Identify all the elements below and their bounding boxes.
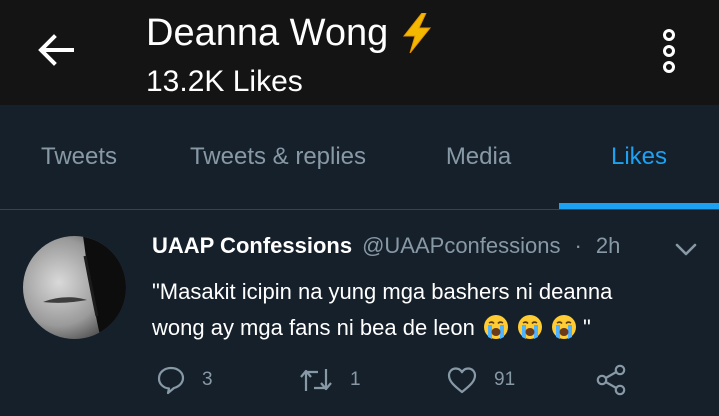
tab-media[interactable]: Media [398, 105, 559, 209]
tweet-timestamp: 2h [595, 233, 621, 258]
active-tab-indicator [559, 203, 719, 209]
like-count: 91 [494, 369, 516, 390]
tab-tweets-and-replies[interactable]: Tweets & replies [158, 105, 398, 209]
tweet-actions: 3 1 91 [0, 355, 719, 405]
reply-icon [156, 365, 186, 395]
back-arrow-icon[interactable] [34, 28, 78, 72]
tweet-text: "Masakit icipin na yung mga bashers ni d… [152, 274, 692, 346]
profile-name: Deanna Wong [146, 10, 434, 56]
profile-tabs: Tweets Tweets & replies Media Likes [0, 105, 719, 210]
loudly-crying-face-icon [517, 314, 543, 340]
share-button[interactable] [594, 355, 628, 405]
heart-icon [446, 365, 478, 395]
retweet-count: 1 [350, 369, 361, 390]
tweet-text-line-2-words: wong ay mga fans ni bea de leon [152, 315, 475, 340]
retweet-button[interactable]: 1 [298, 355, 361, 405]
tweet-text-closing-quote: " [576, 315, 591, 340]
profile-header: Deanna Wong 13.2K Likes [0, 0, 719, 105]
tweet-header: UAAP Confessions @UAAPconfessions · 2h [152, 230, 712, 262]
likes-count: 13.2K Likes [146, 65, 303, 98]
more-options-icon[interactable] [655, 28, 683, 74]
loudly-crying-face-icon [551, 314, 577, 340]
tab-likes[interactable]: Likes [559, 105, 719, 209]
tweet-text-line-1: "Masakit icipin na yung mga bashers ni d… [152, 279, 613, 304]
profile-name-text: Deanna Wong [146, 12, 389, 54]
lightning-icon [400, 12, 434, 54]
reply-button[interactable]: 3 [156, 355, 213, 405]
like-button[interactable]: 91 [446, 355, 515, 405]
avatar[interactable] [23, 236, 126, 339]
header-title-group: Deanna Wong 13.2K Likes [146, 10, 434, 100]
author-name[interactable]: UAAP Confessions [152, 233, 352, 259]
separator-dot: · [574, 233, 582, 258]
share-icon [594, 364, 628, 396]
chevron-down-icon[interactable] [673, 240, 699, 260]
retweet-icon [298, 365, 334, 395]
tweet-text-line-2: wong ay mga fans ni bea de leon " [152, 310, 692, 346]
loudly-crying-face-icon [483, 314, 509, 340]
author-handle[interactable]: @UAAPconfessions [362, 233, 560, 259]
reply-count: 3 [202, 369, 213, 390]
tab-tweets[interactable]: Tweets [0, 105, 158, 209]
